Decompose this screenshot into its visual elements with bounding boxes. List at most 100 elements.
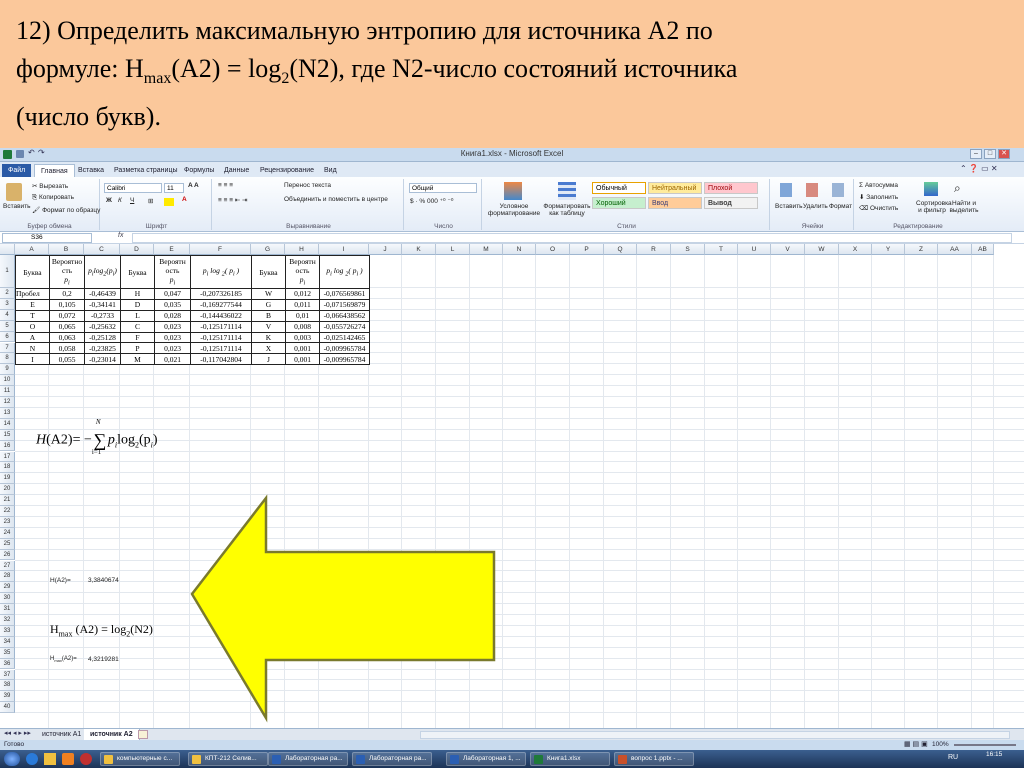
table-cell[interactable]: -0,23825 bbox=[84, 342, 121, 355]
column-header[interactable]: F bbox=[190, 244, 251, 255]
table-cell[interactable]: 0,008 bbox=[285, 320, 320, 333]
table-cell[interactable]: 0,001 bbox=[285, 353, 320, 366]
table-cell[interactable]: 0,028 bbox=[154, 309, 191, 322]
table-cell[interactable]: -0,46439 bbox=[84, 288, 121, 300]
taskbar-window-button[interactable]: Лабораторная ра... bbox=[268, 752, 348, 766]
row-header[interactable]: 1 bbox=[0, 255, 15, 288]
row-header[interactable]: 21 bbox=[0, 495, 15, 506]
table-cell[interactable]: 0,2 bbox=[49, 288, 85, 300]
table-cell[interactable]: F bbox=[120, 331, 155, 344]
row-header[interactable]: 24 bbox=[0, 527, 15, 539]
sort-filter-icon[interactable] bbox=[924, 182, 938, 196]
borders-icon[interactable]: ⊞ bbox=[148, 197, 153, 205]
table-cell[interactable]: I bbox=[15, 353, 50, 366]
row-header[interactable]: 3 bbox=[0, 298, 15, 310]
row-header[interactable]: 18 bbox=[0, 462, 15, 474]
worksheet[interactable]: A B C D E F G H I J K L M N O P Q R S T U V W X Y Z AA AB 123456789… bbox=[0, 244, 1024, 746]
row-header[interactable]: 37 bbox=[0, 669, 15, 681]
cell-hmax-value[interactable]: 4,3219281 bbox=[88, 656, 119, 663]
table-cell[interactable]: 0,055 bbox=[49, 353, 85, 366]
row-header[interactable]: 13 bbox=[0, 407, 15, 419]
row-header[interactable]: 23 bbox=[0, 516, 15, 528]
table-cell[interactable]: V bbox=[251, 320, 286, 333]
table-cell[interactable]: P bbox=[120, 342, 155, 355]
row-header[interactable]: 2 bbox=[0, 288, 15, 299]
row-header[interactable]: 17 bbox=[0, 451, 15, 463]
fill-button[interactable]: ⬇ Заполнить bbox=[859, 193, 898, 201]
column-header[interactable]: M bbox=[470, 244, 503, 255]
table-cell[interactable]: -0,009965784 bbox=[319, 342, 370, 355]
taskbar-window-button[interactable]: компьютерные с... bbox=[100, 752, 180, 766]
row-header[interactable]: 34 bbox=[0, 636, 15, 648]
paste-button[interactable]: Вставить bbox=[3, 203, 31, 210]
opera-icon[interactable] bbox=[80, 753, 92, 765]
table-cell[interactable]: B bbox=[251, 309, 286, 322]
maximize-button[interactable]: □ bbox=[984, 149, 996, 159]
table-cell[interactable]: D bbox=[120, 298, 155, 311]
format-cells-icon[interactable] bbox=[832, 183, 844, 197]
table-cell[interactable]: M bbox=[120, 353, 155, 366]
table-cell[interactable]: -0,055726274 bbox=[319, 320, 370, 333]
style-bad[interactable]: Плохой bbox=[704, 182, 758, 194]
fx-icon[interactable]: fx bbox=[118, 232, 123, 239]
row-header[interactable]: 7 bbox=[0, 342, 15, 354]
table-cell[interactable]: G bbox=[251, 298, 286, 311]
style-good[interactable]: Хороший bbox=[592, 197, 646, 209]
row-header[interactable]: 16 bbox=[0, 440, 15, 452]
number-format-select[interactable]: Общий bbox=[409, 183, 477, 193]
paste-icon[interactable] bbox=[6, 183, 22, 201]
zoom-slider[interactable] bbox=[954, 744, 1016, 746]
row-header[interactable]: 20 bbox=[0, 484, 15, 496]
italic-button[interactable]: К bbox=[118, 197, 122, 204]
bold-button[interactable]: Ж bbox=[106, 197, 112, 204]
column-header[interactable]: K bbox=[402, 244, 436, 255]
row-header[interactable]: 35 bbox=[0, 647, 15, 659]
delete-cells-icon[interactable] bbox=[806, 183, 818, 197]
taskbar-window-button[interactable]: КПТ-212 Селив... bbox=[188, 752, 268, 766]
table-cell[interactable]: X bbox=[251, 342, 286, 355]
conditional-format-button[interactable]: Условное форматирование bbox=[486, 203, 542, 217]
table-cell[interactable]: W bbox=[251, 288, 286, 300]
horizontal-scrollbar[interactable] bbox=[420, 731, 1010, 739]
zoom-level[interactable]: 100% bbox=[932, 740, 949, 750]
font-size-select[interactable]: 11 bbox=[164, 183, 184, 193]
column-header[interactable]: D bbox=[120, 244, 154, 255]
row-header[interactable]: 6 bbox=[0, 331, 15, 343]
column-header[interactable]: P bbox=[570, 244, 604, 255]
formula-input[interactable] bbox=[132, 233, 1012, 243]
ie-icon[interactable] bbox=[26, 753, 38, 765]
column-header[interactable]: B bbox=[49, 244, 84, 255]
row-header[interactable]: 26 bbox=[0, 549, 15, 561]
help-icon[interactable]: ⌃ ❓ ▭ ✕ bbox=[960, 164, 998, 173]
row-header[interactable]: 30 bbox=[0, 593, 15, 605]
table-cell[interactable]: A bbox=[15, 331, 50, 344]
table-cell[interactable]: -0,207326185 bbox=[190, 288, 252, 300]
table-cell[interactable]: -0,23014 bbox=[84, 353, 121, 366]
column-header[interactable]: G bbox=[251, 244, 285, 255]
column-header[interactable]: Z bbox=[905, 244, 938, 255]
table-cell[interactable]: 0,065 bbox=[49, 320, 85, 333]
table-cell[interactable]: -0,25632 bbox=[84, 320, 121, 333]
tab-view[interactable]: Вид bbox=[318, 164, 343, 177]
taskbar-window-button[interactable]: Книга1.xlsx bbox=[530, 752, 610, 766]
row-header[interactable]: 22 bbox=[0, 506, 15, 517]
row-header[interactable]: 10 bbox=[0, 375, 15, 387]
table-cell[interactable]: Пробел bbox=[15, 288, 50, 300]
font-name-select[interactable]: Calibri bbox=[104, 183, 162, 193]
conditional-format-icon[interactable] bbox=[504, 182, 522, 200]
tab-file[interactable]: Файл bbox=[2, 164, 32, 177]
table-cell[interactable]: J bbox=[251, 353, 286, 366]
table-cell[interactable]: 0,012 bbox=[285, 288, 320, 300]
table-cell[interactable]: E bbox=[15, 298, 50, 311]
table-cell[interactable]: -0,071569879 bbox=[319, 298, 370, 311]
format-table-icon[interactable] bbox=[558, 182, 576, 200]
style-input[interactable]: Ввод bbox=[648, 197, 702, 209]
table-cell[interactable]: 0,023 bbox=[154, 331, 191, 344]
table-cell[interactable]: L bbox=[120, 309, 155, 322]
table-cell[interactable]: 0,023 bbox=[154, 342, 191, 355]
table-cell[interactable]: 0,072 bbox=[49, 309, 85, 322]
column-header[interactable]: V bbox=[771, 244, 805, 255]
table-cell[interactable]: -0,125171114 bbox=[190, 331, 252, 344]
taskbar-window-button[interactable]: Лабораторная 1, ... bbox=[446, 752, 526, 766]
table-cell[interactable]: 0,021 bbox=[154, 353, 191, 366]
